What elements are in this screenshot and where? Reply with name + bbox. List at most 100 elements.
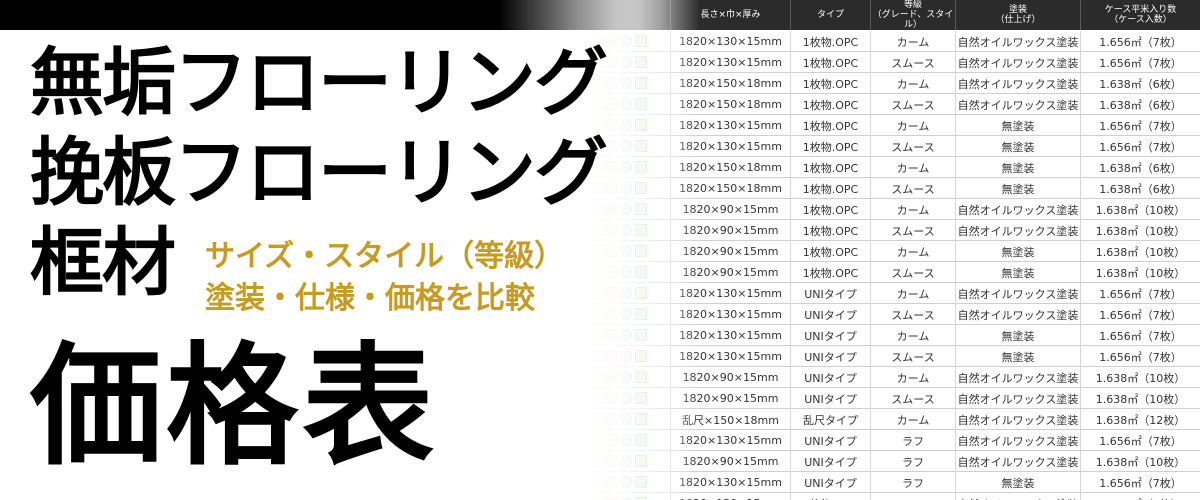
cell-finish: 無塗装 bbox=[955, 157, 1080, 178]
title-muku-flooring: 無垢フローリング bbox=[30, 40, 608, 126]
cell-grade: スムース bbox=[870, 220, 955, 241]
cell-grade: ラフ bbox=[870, 493, 955, 500]
cell-type: 1枚物.OPC bbox=[790, 136, 870, 157]
cell-case-area: 1.656㎡（7枚） bbox=[1080, 325, 1200, 346]
title-frame-material: 框材 bbox=[30, 220, 176, 306]
cell-type: 乱尺タイプ bbox=[790, 409, 870, 430]
cell-case-area: 1.656㎡（7枚） bbox=[1080, 136, 1200, 157]
cell-grade: スムース bbox=[870, 94, 955, 115]
cell-finish: 自然オイルワックス塗装 bbox=[955, 31, 1080, 52]
cell-type: 1枚物.OPC bbox=[790, 241, 870, 262]
cell-type: UNIタイプ bbox=[790, 388, 870, 409]
cell-grade: カーム bbox=[870, 199, 955, 220]
cell-type: 1枚物.OPC bbox=[790, 94, 870, 115]
cell-finish: 無塗装 bbox=[955, 325, 1080, 346]
cell-grade: カーム bbox=[870, 325, 955, 346]
top-dark-bar bbox=[0, 0, 640, 30]
subtitle-size-style: サイズ・スタイル（等級） bbox=[205, 239, 565, 274]
cell-case-area: 1.638㎡（10枚） bbox=[1080, 451, 1200, 472]
cell-type: UNIタイプ bbox=[790, 367, 870, 388]
cell-finish: 自然オイルワックス塗装 bbox=[955, 367, 1080, 388]
cell-finish: 自然オイルワックス塗装 bbox=[955, 52, 1080, 73]
cell-grade: スムース bbox=[870, 388, 955, 409]
cell-type: UNIタイプ bbox=[790, 451, 870, 472]
cell-case-area: 1.638㎡（10枚） bbox=[1080, 262, 1200, 283]
cell-case-area: 1.638㎡（12枚） bbox=[1080, 409, 1200, 430]
cell-type: 1枚物.OPC bbox=[790, 31, 870, 52]
cell-case-area: 1.638㎡（6枚） bbox=[1080, 178, 1200, 199]
cell-type: UNIタイプ bbox=[790, 346, 870, 367]
cell-grade: スムース bbox=[870, 52, 955, 73]
header-finish: 塗装 （仕上げ） bbox=[955, 0, 1080, 30]
cell-case-area: 1.656㎡（7枚） bbox=[1080, 430, 1200, 451]
cell-case-area: 1.656㎡（7枚） bbox=[1080, 472, 1200, 493]
cell-type: UNIタイプ bbox=[790, 472, 870, 493]
cell-type: 1枚物.OPC bbox=[790, 73, 870, 94]
price-table-banner: 長さ×巾×厚み タイプ 等級 （グレード、スタイル） 塗装 （仕上げ） ケース平… bbox=[0, 0, 1200, 500]
cell-finish: 自然オイルワックス塗装 bbox=[955, 199, 1080, 220]
cell-finish: 無塗装 bbox=[955, 178, 1080, 199]
cell-grade: カーム bbox=[870, 283, 955, 304]
cell-finish: 自然オイルワックス塗装 bbox=[955, 283, 1080, 304]
cell-type: 1枚物.OPC bbox=[790, 220, 870, 241]
cell-finish: 無塗装 bbox=[955, 115, 1080, 136]
cell-finish: 無塗装 bbox=[955, 262, 1080, 283]
cell-type: 1枚物.OPC bbox=[790, 115, 870, 136]
cell-case-area: 1.656㎡（7枚） bbox=[1080, 493, 1200, 500]
title-price-list: 価格表 bbox=[30, 329, 438, 484]
cell-grade: カーム bbox=[870, 241, 955, 262]
cell-type: UNIタイプ bbox=[790, 325, 870, 346]
cell-grade: スムース bbox=[870, 262, 955, 283]
cell-finish: 無塗装 bbox=[955, 136, 1080, 157]
cell-case-area: 1.638㎡（6枚） bbox=[1080, 73, 1200, 94]
header-case-area: ケース平米入り数 （ケース入数） bbox=[1080, 0, 1200, 30]
cell-type: 1枚物.OPC bbox=[790, 199, 870, 220]
header-grade: 等級 （グレード、スタイル） bbox=[870, 0, 955, 30]
cell-finish: 自然オイルワックス塗装 bbox=[955, 388, 1080, 409]
cell-finish: 自然オイルワックス塗装 bbox=[955, 94, 1080, 115]
cell-type: 1枚物.OPC bbox=[790, 52, 870, 73]
cell-grade: スムース bbox=[870, 178, 955, 199]
cell-type: 1枚物.OPC bbox=[790, 493, 870, 500]
cell-finish: 自然オイルワックス塗装 bbox=[955, 409, 1080, 430]
cell-type: 1枚物.OPC bbox=[790, 178, 870, 199]
cell-grade: スムース bbox=[870, 304, 955, 325]
cell-type: UNIタイプ bbox=[790, 283, 870, 304]
title-hikiita-flooring: 挽板フローリング bbox=[30, 130, 608, 216]
cell-finish: 自然オイルワックス塗装 bbox=[955, 430, 1080, 451]
cell-finish: 無塗装 bbox=[955, 472, 1080, 493]
cell-case-area: 1.656㎡（7枚） bbox=[1080, 304, 1200, 325]
cell-grade: カーム bbox=[870, 73, 955, 94]
cell-finish: 自然オイルワックス塗装 bbox=[955, 304, 1080, 325]
cell-grade: スムース bbox=[870, 136, 955, 157]
cell-case-area: 1.656㎡（7枚） bbox=[1080, 52, 1200, 73]
cell-case-area: 1.638㎡（10枚） bbox=[1080, 367, 1200, 388]
cell-case-area: 1.638㎡（6枚） bbox=[1080, 157, 1200, 178]
cell-case-area: 1.638㎡（10枚） bbox=[1080, 199, 1200, 220]
cell-finish: 自然オイルワックス塗装 bbox=[955, 451, 1080, 472]
cell-case-area: 1.656㎡（7枚） bbox=[1080, 283, 1200, 304]
cell-finish: 無塗装 bbox=[955, 346, 1080, 367]
cell-grade: カーム bbox=[870, 31, 955, 52]
cell-grade: ラフ bbox=[870, 451, 955, 472]
cell-type: 1枚物.OPC bbox=[790, 157, 870, 178]
subtitle-finish-price: 塗装・仕様・価格を比較 bbox=[205, 281, 535, 316]
cell-case-area: 1.656㎡（7枚） bbox=[1080, 346, 1200, 367]
cell-grade: カーム bbox=[870, 115, 955, 136]
cell-type: UNIタイプ bbox=[790, 430, 870, 451]
header-type: タイプ bbox=[790, 0, 870, 30]
cell-case-area: 1.638㎡（10枚） bbox=[1080, 241, 1200, 262]
cell-case-area: 1.638㎡（10枚） bbox=[1080, 388, 1200, 409]
cell-grade: カーム bbox=[870, 409, 955, 430]
cell-type: 1枚物.OPC bbox=[790, 262, 870, 283]
cell-grade: ラフ bbox=[870, 430, 955, 451]
cell-case-area: 1.656㎡（7枚） bbox=[1080, 31, 1200, 52]
cell-grade: カーム bbox=[870, 157, 955, 178]
cell-case-area: 1.638㎡（6枚） bbox=[1080, 94, 1200, 115]
cell-finish: 自然オイルワックス塗装 bbox=[955, 73, 1080, 94]
cell-case-area: 1.656㎡（7枚） bbox=[1080, 115, 1200, 136]
cell-finish: 自然オイルワックス塗装 bbox=[955, 220, 1080, 241]
cell-grade: カーム bbox=[870, 367, 955, 388]
cell-grade: ラフ bbox=[870, 472, 955, 493]
cell-grade: スムース bbox=[870, 346, 955, 367]
